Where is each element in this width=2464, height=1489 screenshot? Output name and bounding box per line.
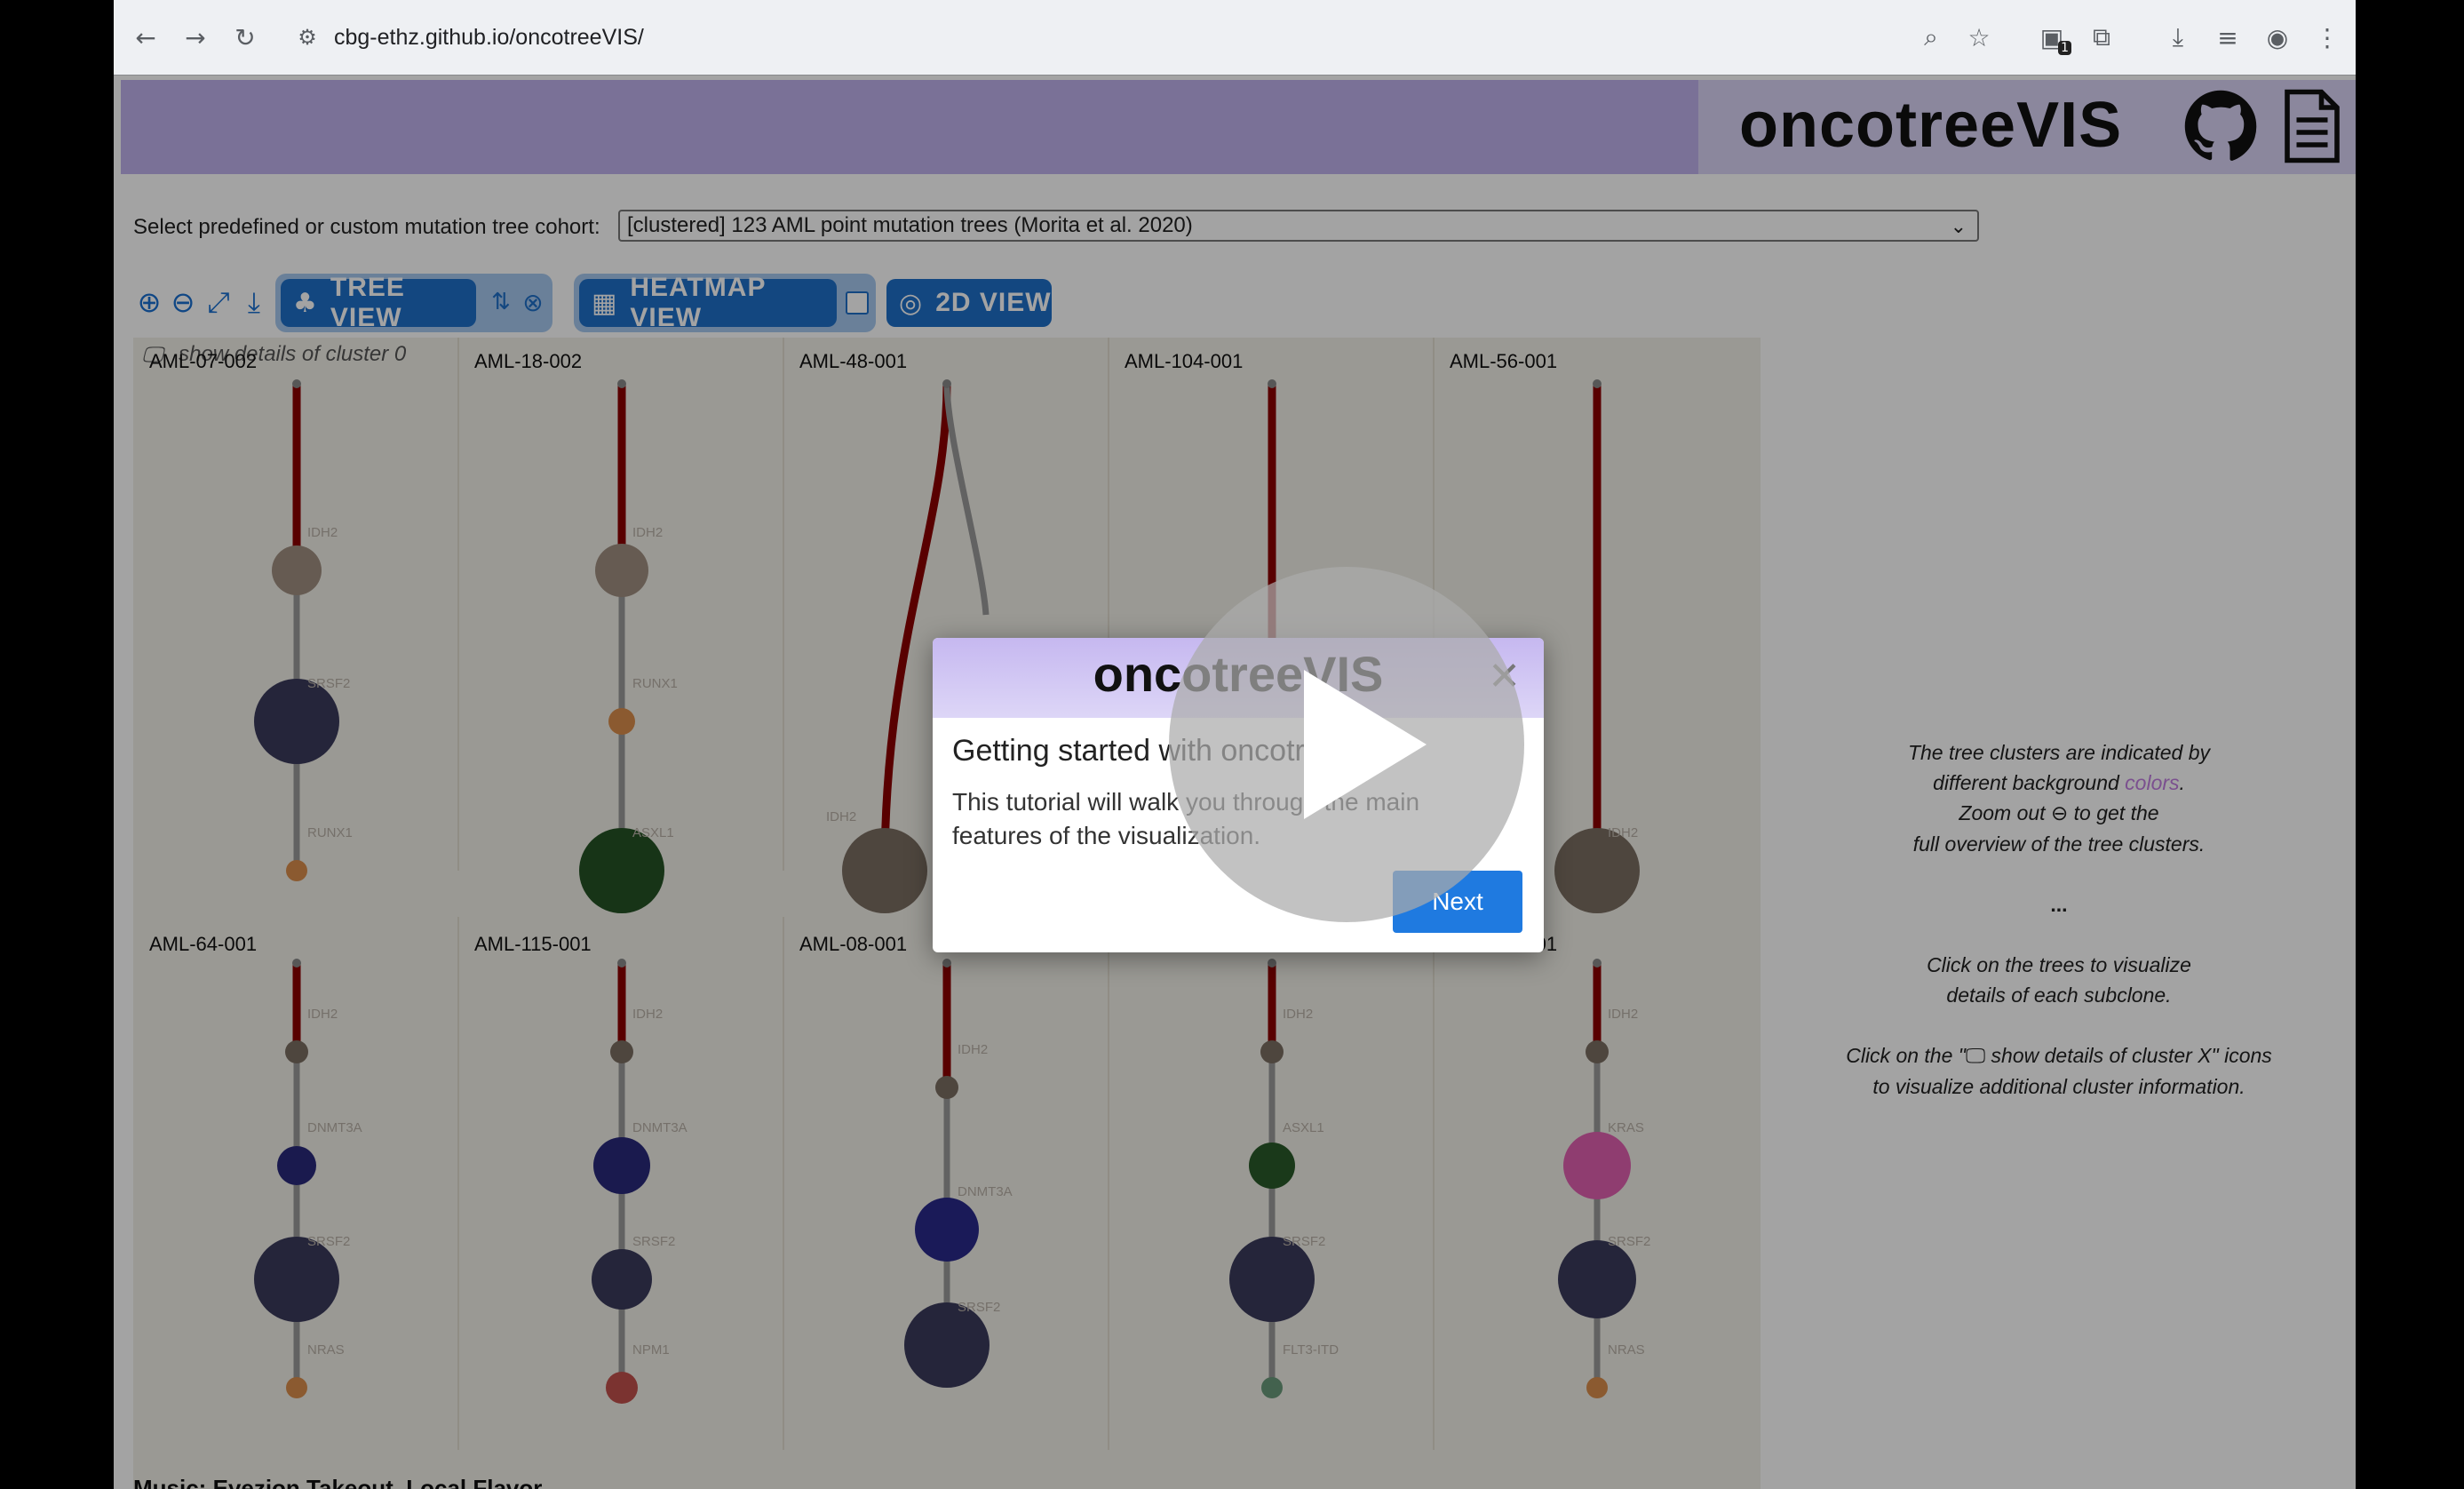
url-text[interactable]: cbg-ethz.github.io/oncotreeVIS/ — [334, 25, 644, 51]
extension-badge-icon[interactable]: ▣ 1 — [2032, 18, 2071, 57]
menu-kebab-icon[interactable]: ⋮ — [2308, 18, 2347, 57]
extension-badge-count: 1 — [2058, 41, 2071, 55]
site-settings-icon[interactable]: ⚙ — [290, 20, 325, 55]
reading-list-icon[interactable]: ≡ — [2208, 18, 2247, 57]
address-bar[interactable]: ⚙ cbg-ethz.github.io/oncotreeVIS/ — [281, 11, 2057, 64]
play-icon — [1304, 670, 1427, 819]
play-button[interactable] — [1169, 567, 1524, 922]
bookmark-star-icon[interactable]: ☆ — [1959, 18, 1999, 57]
download-icon[interactable]: ⤓ — [2158, 18, 2198, 57]
profile-icon[interactable]: ◉ — [2258, 18, 2297, 57]
reload-icon[interactable]: ↻ — [226, 18, 265, 57]
forward-icon[interactable]: → — [176, 18, 215, 57]
back-icon[interactable]: ← — [126, 18, 165, 57]
browser-toolbar: ← → ↻ ⚙ cbg-ethz.github.io/oncotreeVIS/ … — [114, 0, 2356, 76]
zoom-icon[interactable]: ⌕ — [1912, 18, 1951, 57]
browser-window: ← → ↻ ⚙ cbg-ethz.github.io/oncotreeVIS/ … — [114, 0, 2356, 1489]
extensions-icon[interactable]: ⧉ — [2082, 18, 2121, 57]
